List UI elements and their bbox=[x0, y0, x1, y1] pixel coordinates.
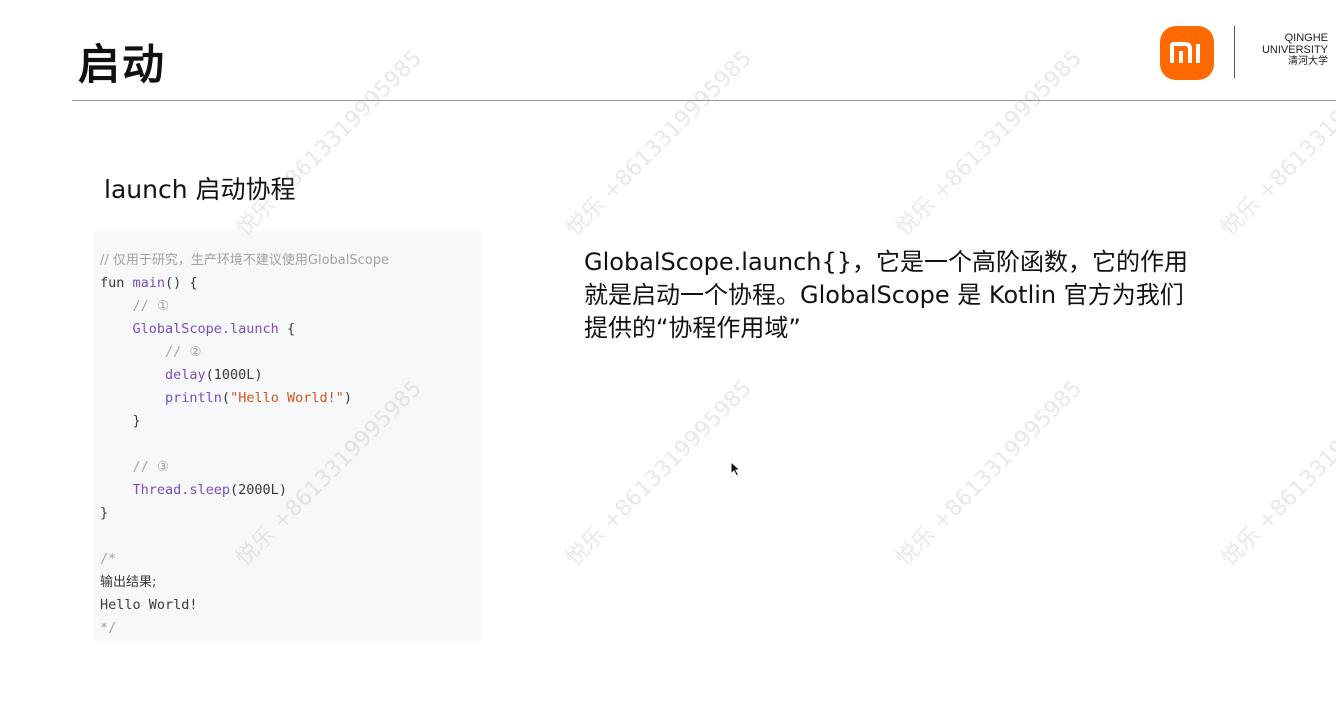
mouse-cursor-icon bbox=[730, 461, 742, 477]
code-comment: */ bbox=[100, 620, 117, 636]
mi-logo bbox=[1160, 26, 1214, 80]
watermark: 悦乐 +8613319995985 bbox=[891, 45, 1088, 242]
university-logo: QINGHE UNIVERSITY 清河大学 bbox=[1261, 32, 1328, 68]
code-text: ( bbox=[221, 390, 231, 406]
slide-title: 启动 bbox=[78, 40, 167, 89]
watermark: 悦乐 +8613319995985 bbox=[231, 45, 428, 242]
code-text: ) bbox=[343, 390, 352, 406]
code-text: (2000L) bbox=[230, 482, 287, 498]
watermark: 悦乐 +8613319995985 bbox=[891, 375, 1088, 572]
code-line: // 仅用于研究，生产环境不建议使用GlobalScope bbox=[100, 253, 389, 268]
watermark: 悦乐 +8613319995985 bbox=[561, 375, 758, 572]
code-function: delay bbox=[100, 367, 206, 383]
code-block: // 仅用于研究，生产环境不建议使用GlobalScope fun main()… bbox=[100, 249, 389, 640]
code-panel: // 仅用于研究，生产环境不建议使用GlobalScope fun main()… bbox=[94, 231, 481, 641]
description-text: GlobalScope.launch{}，它是一个高阶函数，它的作用就是启动一个… bbox=[584, 248, 1189, 342]
code-text: (1000L) bbox=[205, 367, 263, 383]
university-name-en-1: QINGHE bbox=[1284, 32, 1328, 44]
code-text: 输出结果; bbox=[100, 575, 157, 590]
code-text: } bbox=[100, 505, 109, 521]
code-comment: // ③ bbox=[100, 459, 170, 475]
watermark: 悦乐 +8613319995985 bbox=[1216, 45, 1336, 242]
code-function: main bbox=[132, 275, 166, 291]
watermark: 悦乐 +8613319995985 bbox=[1216, 375, 1336, 572]
code-keyword: fun bbox=[100, 275, 133, 291]
logo-divider bbox=[1234, 26, 1235, 78]
title-divider bbox=[72, 100, 1336, 101]
code-function: GlobalScope.launch bbox=[100, 321, 279, 337]
code-comment: // ① bbox=[100, 298, 170, 314]
code-text: { bbox=[278, 321, 296, 337]
code-text: } bbox=[100, 413, 141, 429]
code-string: "Hello World!" bbox=[230, 390, 344, 406]
mi-logo-icon bbox=[1170, 42, 1200, 63]
code-text: () { bbox=[165, 275, 198, 291]
university-name-en-2: UNIVERSITY bbox=[1261, 43, 1328, 56]
section-heading: launch 启动协程 bbox=[104, 175, 296, 204]
watermark: 悦乐 +8613319995985 bbox=[561, 45, 758, 242]
code-comment: // ② bbox=[100, 344, 202, 360]
code-function: Thread.sleep bbox=[100, 482, 231, 498]
university-name-cn: 清河大学 bbox=[1288, 56, 1328, 68]
code-text: Hello World! bbox=[100, 597, 198, 613]
code-comment: /* bbox=[100, 551, 117, 567]
code-function: println bbox=[100, 390, 222, 406]
